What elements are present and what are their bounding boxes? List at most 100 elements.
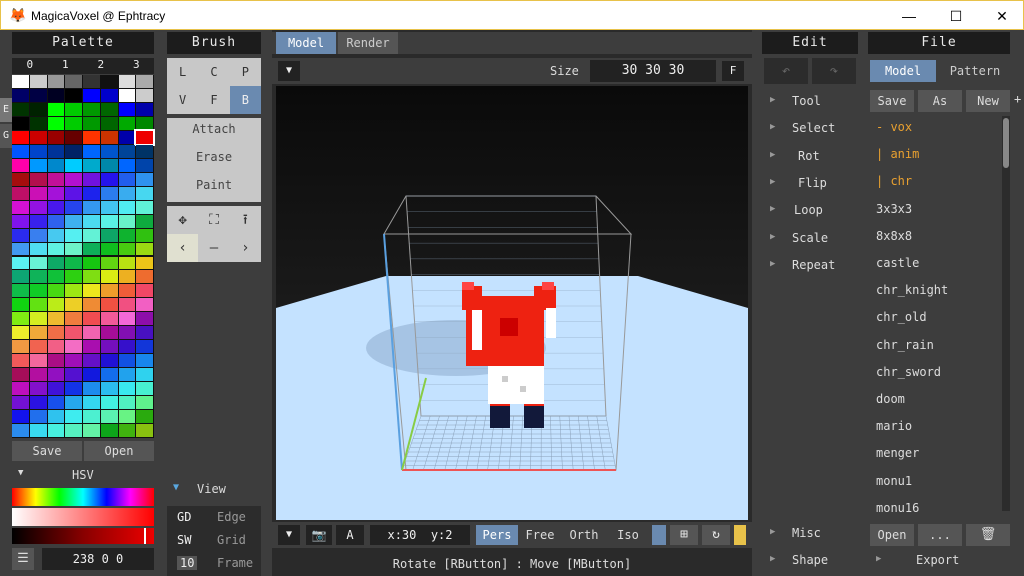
palette-swatch[interactable]	[118, 256, 136, 270]
palette-swatch[interactable]	[100, 382, 118, 396]
value-slider-marker[interactable]	[144, 528, 146, 544]
palette-swatch[interactable]	[47, 214, 65, 228]
palette-swatch[interactable]	[100, 284, 118, 298]
palette-swatch[interactable]	[136, 284, 153, 298]
palette-swatch[interactable]	[47, 102, 65, 116]
palette-swatch[interactable]	[136, 144, 153, 158]
redo-button[interactable]: ↷	[812, 58, 856, 84]
palette-swatch[interactable]	[29, 256, 47, 270]
camera-mode-orth[interactable]: Orth	[564, 525, 604, 545]
palette-swatch[interactable]	[12, 186, 29, 200]
auto-button[interactable]: A	[336, 525, 364, 545]
palette-swatch[interactable]	[136, 410, 153, 424]
edit-rot[interactable]: ▶ Rot	[762, 147, 857, 167]
palette-swatch[interactable]	[29, 354, 47, 368]
palette-swatch[interactable]	[118, 172, 136, 186]
palette-swatch[interactable]	[136, 200, 153, 214]
palette-swatch[interactable]	[12, 214, 29, 228]
palette-swatch[interactable]	[29, 75, 47, 88]
export-row[interactable]: ▶ Export	[868, 551, 1010, 571]
palette-swatch[interactable]	[100, 102, 118, 116]
palette-swatch[interactable]	[118, 158, 136, 172]
palette-swatch[interactable]	[136, 312, 153, 326]
palette-swatch[interactable]	[12, 382, 29, 396]
palette-swatch[interactable]	[136, 256, 153, 270]
edit-tool[interactable]: ▶ Tool	[762, 92, 857, 112]
maximize-button[interactable]: ☐	[933, 1, 979, 31]
palette-swatch[interactable]	[83, 228, 100, 242]
palette-page-3[interactable]: 3	[119, 58, 155, 74]
file-list-item[interactable]: monu16	[876, 501, 919, 515]
tab-render[interactable]: Render	[338, 32, 398, 54]
palette-swatch[interactable]	[65, 144, 82, 158]
palette-swatch[interactable]	[136, 214, 153, 228]
palette-swatch[interactable]	[12, 158, 29, 172]
palette-swatch[interactable]	[65, 172, 82, 186]
file-list-item[interactable]: | anim	[876, 147, 919, 161]
palette-swatch[interactable]	[83, 214, 100, 228]
palette-swatch[interactable]	[65, 312, 82, 326]
file-list-item[interactable]: chr_sword	[876, 365, 941, 379]
palette-swatch[interactable]	[100, 270, 118, 284]
color-swatch[interactable]	[734, 525, 746, 545]
palette-side-tab-e[interactable]: E	[0, 98, 12, 122]
palette-swatch[interactable]	[12, 396, 29, 410]
palette-swatch[interactable]	[83, 382, 100, 396]
palette-swatch[interactable]	[136, 340, 153, 354]
palette-swatch[interactable]	[12, 326, 29, 340]
palette-swatch[interactable]	[100, 88, 118, 102]
palette-swatch[interactable]	[100, 144, 118, 158]
palette-swatch[interactable]	[118, 396, 136, 410]
palette-swatch[interactable]	[47, 354, 65, 368]
palette-swatch[interactable]	[100, 158, 118, 172]
brush-mode-box[interactable]: B	[229, 86, 261, 114]
palette-swatch[interactable]	[65, 256, 82, 270]
palette-swatch[interactable]	[29, 88, 47, 102]
value-bar[interactable]	[12, 528, 154, 544]
viewport-menu-button[interactable]: ▼	[278, 61, 300, 81]
palette-swatch-selected[interactable]	[134, 128, 155, 146]
palette-swatch[interactable]	[65, 396, 82, 410]
prev-arrow-icon[interactable]: ‹	[167, 234, 199, 262]
minimize-button[interactable]: —	[886, 1, 932, 31]
palette-swatch[interactable]	[12, 284, 29, 298]
palette-swatch[interactable]	[12, 228, 29, 242]
palette-swatch[interactable]	[29, 144, 47, 158]
palette-swatch[interactable]	[47, 116, 65, 130]
color-value-field[interactable]: 238 0 0	[42, 548, 154, 570]
palette-swatch[interactable]	[47, 186, 65, 200]
palette-swatch[interactable]	[47, 396, 65, 410]
erase-button[interactable]: Erase	[167, 150, 261, 164]
palette-swatch[interactable]	[12, 116, 29, 130]
palette-swatch[interactable]	[118, 298, 136, 312]
palette-swatch[interactable]	[83, 298, 100, 312]
palette-swatch[interactable]	[29, 186, 47, 200]
palette-swatch[interactable]	[29, 242, 47, 256]
palette-swatch[interactable]	[65, 102, 82, 116]
palette-swatch[interactable]	[47, 382, 65, 396]
palette-swatch[interactable]	[100, 200, 118, 214]
palette-swatch[interactable]	[47, 242, 65, 256]
palette-swatch[interactable]	[118, 284, 136, 298]
next-arrow-icon[interactable]: ›	[230, 234, 261, 262]
palette-swatch[interactable]	[118, 130, 136, 144]
file-save-button[interactable]: Save	[870, 90, 914, 112]
palette-swatch[interactable]	[65, 228, 82, 242]
palette-swatch[interactable]	[136, 186, 153, 200]
brush-mode-pattern[interactable]: P	[230, 58, 261, 86]
palette-swatch[interactable]	[29, 340, 47, 354]
palette-swatch[interactable]	[83, 116, 100, 130]
palette-swatch[interactable]	[47, 410, 65, 424]
palette-swatch[interactable]	[83, 75, 100, 88]
edit-loop[interactable]: ▶ Loop	[762, 201, 857, 221]
edit-shape[interactable]: ▶ Shape	[762, 551, 857, 571]
palette-swatch[interactable]	[65, 116, 82, 130]
close-button[interactable]: ✕	[979, 1, 1024, 31]
file-delete-icon[interactable]: 🗑	[966, 524, 1010, 546]
palette-swatch[interactable]	[29, 382, 47, 396]
palette-swatch[interactable]	[100, 172, 118, 186]
palette-swatch[interactable]	[136, 326, 153, 340]
view-collapse-icon[interactable]: ▼	[173, 482, 179, 493]
palette-page-2[interactable]: 2	[83, 58, 119, 74]
palette-swatch[interactable]	[12, 354, 29, 368]
